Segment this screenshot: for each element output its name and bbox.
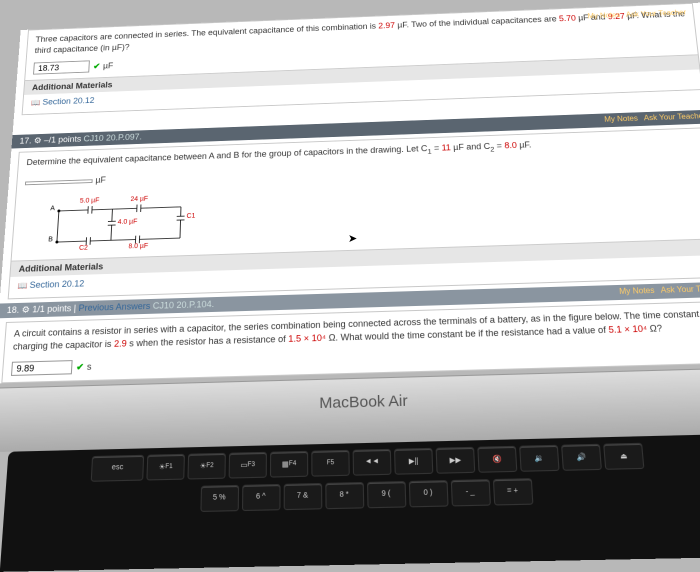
key-f2: ☀F2 <box>187 452 225 479</box>
key-f3: ▭F3 <box>229 451 267 478</box>
key-f12: ⏏ <box>603 442 644 469</box>
ask-teacher-link[interactable]: Ask Your Teacher <box>643 112 700 122</box>
key-f7: ▶|| <box>394 447 433 474</box>
key-6: 6 ^ <box>241 484 280 511</box>
keyboard: esc ☀F1 ☀F2 ▭F3 ▦F4 F5 ◄◄ ▶|| ▶▶ 🔇 🔉 🔊 ⏏… <box>0 434 700 572</box>
question-number: 17. ⚙ <box>19 136 44 146</box>
circuit-diagram: A B 5.0 µF 24 µF 4.0 µF C1 C2 8.0 µF <box>51 192 230 254</box>
question-17: Determine the equivalent capacitance bet… <box>8 127 700 299</box>
mouse-cursor-icon: ➤ <box>348 232 357 245</box>
key-esc: esc <box>91 454 144 481</box>
my-notes-link[interactable]: My Notes <box>619 286 655 296</box>
key-f6: ◄◄ <box>353 448 392 475</box>
key-8: 8 * <box>325 482 364 509</box>
key-minus: - _ <box>450 479 490 506</box>
key-f11: 🔊 <box>561 443 602 470</box>
ebook-link[interactable]: Section 20.12 <box>31 96 95 107</box>
ask-teacher-link[interactable]: Ask Your Teacher <box>660 284 700 295</box>
key-f10: 🔉 <box>519 444 559 471</box>
key-equals: = + <box>492 478 533 505</box>
my-notes-link[interactable]: My Notes <box>604 114 638 123</box>
key-f8: ▶▶ <box>436 446 476 473</box>
my-notes-link[interactable]: My Notes <box>587 11 620 20</box>
key-f9: 🔇 <box>477 445 517 472</box>
key-f5: F5 <box>311 449 350 476</box>
key-7: 7 & <box>283 483 322 510</box>
check-icon: ✔ <box>76 361 84 371</box>
answer-input[interactable] <box>25 180 93 186</box>
ebook-link[interactable]: Section 20.12 <box>17 279 84 291</box>
key-0: 0 ) <box>408 480 448 507</box>
key-f4: ▦F4 <box>270 450 308 477</box>
question-number: 18. <box>6 305 19 315</box>
key-9: 9 ( <box>366 481 405 508</box>
answer-input[interactable]: 18.73 <box>33 61 90 75</box>
key-f1: ☀F1 <box>146 453 185 480</box>
key-5: 5 % <box>200 485 239 512</box>
check-icon: ✔ <box>93 62 101 71</box>
answer-input[interactable]: 9.89 <box>11 360 73 376</box>
previous-answers-link[interactable]: Previous Answers <box>78 301 150 313</box>
